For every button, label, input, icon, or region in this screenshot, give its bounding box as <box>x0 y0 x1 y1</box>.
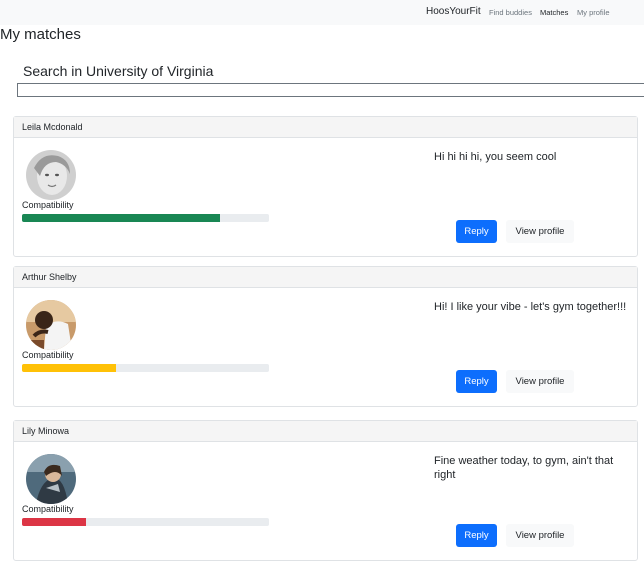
navbar-brand[interactable]: HoosYourFit <box>426 6 481 17</box>
nav-link-find-buddies[interactable]: Find buddies <box>489 8 532 17</box>
avatar[interactable] <box>26 300 76 350</box>
match-card: Lily Minowa Compatibility Fine weather t… <box>13 420 638 561</box>
match-name: Arthur Shelby <box>14 267 637 288</box>
compatibility-progress <box>22 214 269 222</box>
compatibility-bar <box>22 214 220 222</box>
compatibility-progress <box>22 518 269 526</box>
reply-button[interactable]: Reply <box>456 524 497 547</box>
reply-button[interactable]: Reply <box>456 220 497 243</box>
compatibility-bar <box>22 364 116 372</box>
match-card: Arthur Shelby Compatibility Hi! I like y… <box>13 266 638 407</box>
view-profile-button[interactable]: View profile <box>506 370 574 393</box>
match-message: Hi hi hi hi, you seem cool <box>434 151 557 163</box>
compatibility-label: Compatibility <box>22 504 74 514</box>
match-card: Leila Mcdonald Compatibility Hi hi hi hi… <box>13 116 638 257</box>
match-name: Leila Mcdonald <box>14 117 637 138</box>
compatibility-label: Compatibility <box>22 200 74 210</box>
match-message: Fine weather today, to gym, ain't that r… <box>434 455 614 481</box>
page-title: My matches <box>0 26 81 43</box>
search-label: Search in University of Virginia <box>23 63 214 79</box>
nav-link-matches[interactable]: Matches <box>540 8 568 17</box>
match-name: Lily Minowa <box>14 421 637 442</box>
navbar: HoosYourFit Find buddies Matches My prof… <box>0 0 644 25</box>
avatar[interactable] <box>26 150 76 200</box>
avatar[interactable] <box>26 454 76 504</box>
reply-button[interactable]: Reply <box>456 370 497 393</box>
nav-link-my-profile[interactable]: My profile <box>577 8 610 17</box>
view-profile-button[interactable]: View profile <box>506 220 574 243</box>
compatibility-progress <box>22 364 269 372</box>
match-message: Hi! I like your vibe - let's gym togethe… <box>434 301 627 313</box>
compatibility-label: Compatibility <box>22 350 74 360</box>
compatibility-bar <box>22 518 87 526</box>
view-profile-button[interactable]: View profile <box>506 524 574 547</box>
search-input[interactable] <box>17 83 644 97</box>
